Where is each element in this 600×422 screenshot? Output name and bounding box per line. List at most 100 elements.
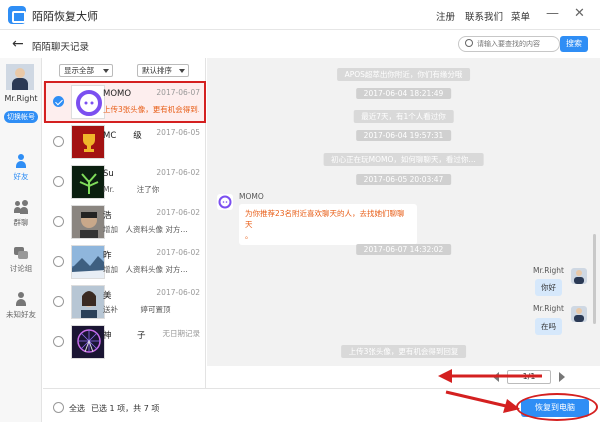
my-avatar: [571, 268, 587, 284]
contact-date: 2017-06-02: [156, 168, 200, 177]
group-icon: [14, 200, 28, 214]
title-bar: 陌陌恢复大师 注册 联系我们 菜单 — ✕: [0, 0, 600, 30]
rail-item-label: 好友: [13, 172, 29, 181]
landscape-avatar: [71, 245, 105, 279]
menu-link[interactable]: 菜单: [511, 9, 530, 23]
contact-date: 2017-06-02: [156, 208, 200, 217]
portrait-avatar: [71, 285, 105, 319]
trophy-avatar: [71, 125, 105, 159]
plant-avatar: [71, 165, 105, 199]
switch-account-button[interactable]: 切换帐号: [4, 111, 38, 123]
chat-history-pane: APOS超萃出你附近，你们有缘分哦 2017-06-04 18:21:49 最近…: [207, 58, 600, 366]
contact-last-message: 增加 人资料头像 对方…: [103, 225, 188, 234]
select-radio[interactable]: [53, 336, 64, 347]
rail-item-label: 未知好友: [6, 310, 36, 319]
search-input[interactable]: [477, 38, 557, 50]
contact-date: 2017-06-05: [156, 128, 200, 137]
contact-date: 无日期记录: [162, 329, 201, 338]
system-message: 上传3张头像，更有机会得到回复: [340, 345, 467, 358]
page-title: 陌陌聊天记录: [32, 42, 90, 53]
next-page-icon[interactable]: [559, 372, 565, 382]
rail-item-discussion[interactable]: 讨论组: [0, 246, 42, 274]
list-item[interactable]: 神 子 无日期记录: [43, 322, 206, 362]
chevron-down-icon: [179, 69, 185, 73]
select-radio[interactable]: [53, 136, 64, 147]
select-all-radio[interactable]: [53, 402, 64, 413]
page-indicator[interactable]: 1/1: [507, 370, 551, 384]
restore-highlight-ring: [516, 393, 598, 421]
pager: 1/1: [207, 366, 600, 388]
app-logo-icon: [8, 6, 26, 24]
dropdown-label: 默认排序: [142, 66, 172, 75]
sort-dropdown[interactable]: 默认排序: [137, 64, 189, 77]
chevron-down-icon: [103, 69, 109, 73]
rail-item-group-chat[interactable]: 群聊: [0, 200, 42, 228]
system-message: 初心正在玩MOMO，如何聊聊天，看过你…: [323, 153, 484, 166]
contact-name: 神 子: [103, 331, 146, 341]
person-photo-avatar: [71, 205, 105, 239]
dropdown-label: 显示全部: [64, 66, 94, 75]
select-radio[interactable]: [53, 216, 64, 227]
contact-name: 美: [103, 291, 112, 301]
contact-last-message: 增加 人资料头像 对方…: [103, 265, 188, 274]
contact-name: 浩: [103, 211, 112, 221]
contact-name: 昨: [103, 251, 112, 261]
close-button[interactable]: ✕: [574, 6, 585, 22]
minimize-button[interactable]: —: [546, 6, 559, 22]
unknown-person-icon: [14, 292, 28, 306]
timestamp: 2017-06-04 18:21:49: [355, 88, 452, 99]
list-item[interactable]: 昨 2017-06-02 增加 人资料头像 对方…: [43, 242, 206, 282]
page-header: ← 陌陌聊天记录 搜索: [0, 30, 600, 58]
search-icon: [465, 39, 473, 47]
select-radio[interactable]: [53, 296, 64, 307]
rail-item-label: 讨论组: [9, 264, 33, 273]
outgoing-message-bubble: 你好: [535, 279, 562, 296]
ferris-wheel-avatar: [71, 325, 105, 359]
contact-name: MC 级: [103, 131, 142, 141]
rail-item-label: 群聊: [13, 218, 29, 227]
list-item[interactable]: MC 级 2017-06-05: [43, 122, 206, 162]
filter-bar: 显示全部 默认排序: [43, 58, 206, 80]
contact-last-message: 送补 婷可置顶: [103, 305, 171, 314]
outgoing-message-bubble: 在吗: [535, 318, 562, 335]
account-name: Mr.Right: [4, 94, 38, 103]
sender-name: Mr.Right: [533, 266, 564, 275]
select-radio[interactable]: [53, 256, 64, 267]
list-item[interactable]: 美 2017-06-02 送补 婷可置顶: [43, 282, 206, 322]
rail-item-unknown-friends[interactable]: 未知好友: [0, 292, 42, 320]
message-text: 。: [245, 231, 253, 240]
contact-name: Su: [103, 169, 114, 179]
list-item[interactable]: Su 2017-06-02 Mr. 注了你: [43, 162, 206, 202]
contact-last-message: Mr. 注了你: [103, 185, 160, 194]
show-filter-dropdown[interactable]: 显示全部: [59, 64, 113, 77]
prev-page-icon[interactable]: [493, 372, 499, 382]
search-box: [458, 36, 560, 52]
selection-status: 已选 1 项，共 7 项: [91, 404, 160, 413]
search-button[interactable]: 搜索: [560, 36, 588, 52]
list-item[interactable]: 浩 2017-06-02 增加 人资料头像 对方…: [43, 202, 206, 242]
timestamp: 2017-06-04 19:57:31: [355, 130, 452, 141]
register-link[interactable]: 注册: [436, 9, 455, 23]
my-avatar: [571, 306, 587, 322]
select-all-label: 全选: [69, 404, 85, 413]
momo-avatar: [217, 194, 233, 210]
system-message: 最近7天，有1个人看过你: [353, 110, 454, 123]
contact-date: 2017-06-02: [156, 288, 200, 297]
timestamp: 2017-06-07 14:32:02: [355, 244, 452, 255]
timestamp: 2017-06-05 20:03:47: [355, 174, 452, 185]
app-title: 陌陌恢复大师: [32, 10, 98, 23]
chat-scrollbar[interactable]: [593, 234, 596, 324]
system-message: APOS超萃出你附近，你们有缘分哦: [336, 68, 471, 81]
contact-date: 2017-06-02: [156, 248, 200, 257]
selection-highlight-box: [44, 81, 206, 123]
back-arrow-icon[interactable]: ←: [12, 36, 24, 52]
sender-name: MOMO: [239, 192, 264, 201]
avatar: [6, 64, 34, 90]
sender-name: Mr.Right: [533, 304, 564, 313]
chat-icon: [14, 246, 28, 260]
contact-us-link[interactable]: 联系我们: [465, 9, 503, 23]
incoming-message-bubble: 为你推荐23名附近喜欢聊天的人，去找她们聊聊天 。: [239, 204, 417, 245]
select-radio[interactable]: [53, 176, 64, 187]
rail-item-friends[interactable]: 好友: [0, 154, 42, 182]
left-rail: Mr.Right 切换帐号 好友 群聊 讨论组 未知好友: [0, 58, 42, 422]
